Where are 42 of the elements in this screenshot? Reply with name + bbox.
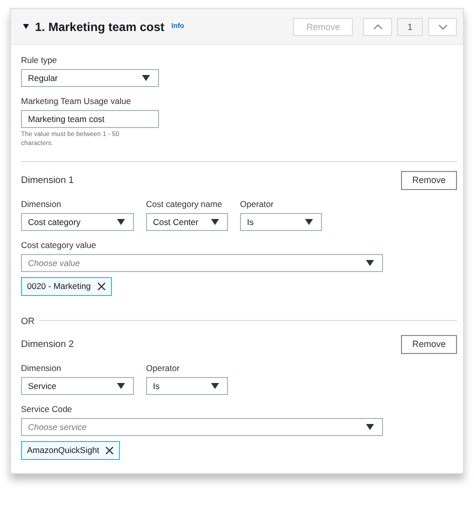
dropdown-select[interactable]: Cost Center [146, 212, 228, 231]
move-up-button[interactable] [363, 18, 392, 36]
field-label: Dimension [21, 198, 62, 209]
dropdown-caret-icon [366, 424, 374, 430]
remove-button[interactable]: Remove [401, 170, 457, 190]
close-icon[interactable] [105, 446, 114, 455]
separator-label: OR [21, 316, 34, 326]
dropdown-select[interactable]: Is [146, 376, 228, 395]
dropdown-caret-icon [305, 218, 313, 225]
multiselect-field[interactable]: Choose service [21, 418, 383, 436]
rule-type-select[interactable]: Regular [21, 69, 159, 87]
field-label: Dimension [21, 362, 62, 373]
field-label: Operator [240, 198, 275, 209]
rule-title: 1. Marketing team cost [35, 20, 164, 34]
dropdown-caret-icon [211, 218, 219, 225]
field-label: Marketing Team Usage value [21, 96, 132, 106]
token-label: 0020 - Marketing [27, 281, 91, 292]
remove-button[interactable]: Remove [401, 334, 457, 354]
dropdown-caret-icon [117, 382, 125, 389]
dropdown-select[interactable]: Is [240, 212, 322, 231]
dimension-title: Dimension 2 [21, 338, 74, 350]
move-down-button[interactable] [428, 18, 457, 36]
multiselect-field[interactable]: Choose value [21, 254, 383, 272]
chevron-up-icon [372, 24, 382, 30]
field-label: Rule type [21, 55, 58, 65]
field-label: Service Code [21, 404, 74, 414]
dropdown-caret-icon [142, 75, 150, 81]
field-label: Cost category name [146, 198, 224, 209]
position-field: 1 [397, 18, 423, 36]
dropdown-caret-icon [211, 382, 219, 389]
dropdown-caret-icon [117, 218, 125, 225]
field-label: Operator [146, 362, 181, 373]
usage-value-input[interactable]: Marketing team cost [21, 110, 159, 128]
close-icon[interactable] [96, 282, 106, 291]
field-label: Cost category value [21, 240, 98, 250]
dimension-title: Dimension 1 [21, 174, 74, 186]
dropdown-caret-icon [366, 260, 374, 266]
expand-toggle-icon[interactable] [23, 24, 29, 29]
dropdown-select[interactable]: Service [21, 376, 134, 395]
chevron-down-icon [438, 24, 448, 30]
token-label: AmazonQuickSight [27, 445, 100, 456]
dropdown-select[interactable]: Cost category [21, 212, 134, 231]
